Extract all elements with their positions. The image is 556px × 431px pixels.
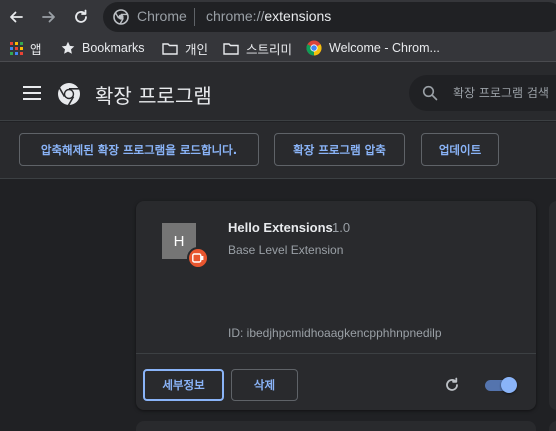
extension-description: Base Level Extension (228, 243, 344, 257)
enable-toggle[interactable] (484, 377, 518, 393)
bookmark-label: Welcome - Chrom... (329, 41, 440, 55)
omnibox-separator (194, 8, 195, 26)
remove-button[interactable]: 삭제 (231, 369, 298, 401)
bookmark-label: 개인 (185, 42, 209, 57)
bookmark-welcome[interactable]: Welcome - Chrom... (306, 39, 440, 57)
menu-line (23, 92, 41, 94)
star-icon (61, 41, 75, 55)
url-scheme: chrome:// (206, 8, 265, 24)
load-unpacked-button[interactable]: 압축해제된 확장 프로그램을 로드합니다. (19, 133, 259, 166)
site-label: Chrome (137, 8, 187, 24)
extension-version: 1.0 (332, 220, 351, 235)
bookmark-label: 스트리미 (246, 42, 293, 57)
menu-button[interactable] (23, 86, 41, 100)
forward-arrow-icon (42, 11, 55, 23)
url-text: chrome://extensions (206, 8, 331, 24)
extensions-header: 확장 프로그램 (0, 62, 556, 121)
recording-badge-icon (187, 247, 209, 269)
adjacent-card-edge (549, 201, 556, 410)
search-box[interactable] (409, 75, 556, 111)
bookmark-folder-streami[interactable]: 스트리미 (223, 39, 292, 57)
pack-extension-button[interactable]: 확장 프로그램 압축 (274, 133, 405, 166)
chrome-icon (306, 40, 322, 56)
omnibox[interactable]: Chrome chrome://extensions (103, 2, 556, 32)
back-button[interactable] (5, 6, 27, 28)
extension-name: Hello Extensions (228, 220, 333, 235)
bookmark-bookmarks[interactable]: Bookmarks (61, 39, 145, 57)
card-divider (136, 353, 536, 354)
reload-extension-icon[interactable] (443, 376, 461, 394)
extension-card: H Hello Extensions 1.0 Base Level Extens… (136, 201, 536, 410)
apps-grid-icon (10, 41, 23, 55)
chrome-logo-icon (57, 82, 81, 110)
adjacent-card-edge (549, 421, 556, 431)
search-icon (422, 85, 438, 105)
developer-toolbar: 압축해제된 확장 프로그램을 로드합니다. 확장 프로그램 압축 업데이트 (0, 122, 556, 179)
toggle-thumb (501, 377, 517, 393)
url-host: extensions (264, 8, 332, 24)
page-title: 확장 프로그램 (95, 84, 212, 108)
chrome-site-icon (113, 9, 129, 29)
back-arrow-icon (10, 11, 23, 23)
folder-icon (162, 42, 178, 55)
update-button[interactable]: 업데이트 (421, 133, 499, 166)
bookmark-apps[interactable]: 앱 (10, 39, 42, 57)
extension-id: ID: ibedjhpcmidhoaagkencpphhnpnedilp (228, 326, 442, 340)
bookmarks-bar: 앱 Bookmarks 개인 스트리미 Welcome - Chrom... (0, 34, 556, 62)
menu-line (23, 98, 41, 100)
details-button[interactable]: 세부정보 (143, 369, 224, 401)
next-extension-card (136, 421, 536, 431)
bookmark-label: Bookmarks (82, 41, 145, 55)
bookmark-folder-personal[interactable]: 개인 (162, 39, 208, 57)
folder-icon (223, 42, 239, 55)
forward-button[interactable] (38, 6, 60, 28)
bookmark-label: 앱 (30, 42, 42, 57)
browser-toolbar: Chrome chrome://extensions (0, 0, 556, 34)
reload-icon (75, 9, 87, 23)
reload-button[interactable] (70, 6, 92, 28)
search-input[interactable] (453, 83, 556, 103)
menu-line (23, 86, 41, 88)
